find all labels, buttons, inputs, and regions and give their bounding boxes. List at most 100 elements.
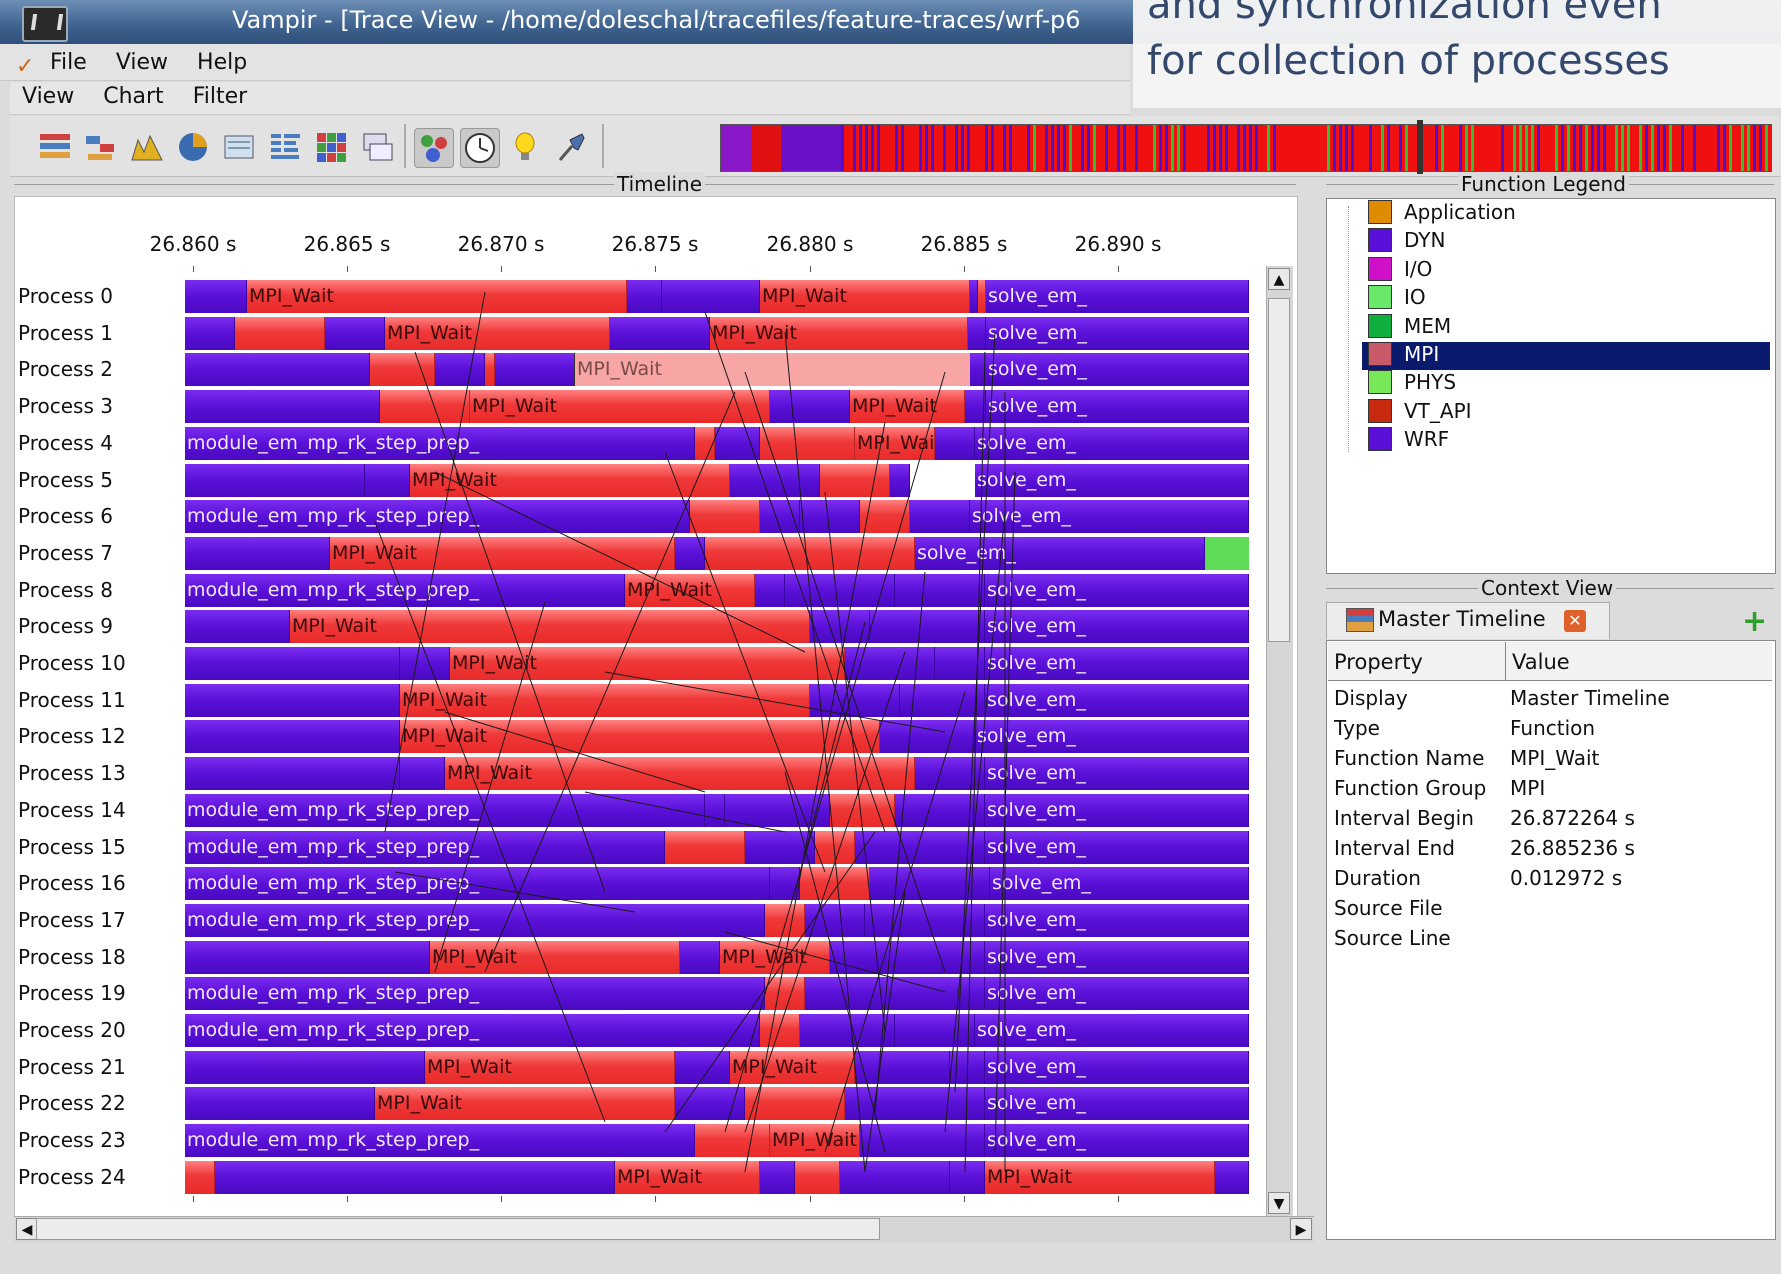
function-segment[interactable]: solve_em_ <box>986 280 1249 313</box>
function-segment[interactable]: solve_em_ <box>985 904 1249 937</box>
function-segment[interactable] <box>715 427 760 460</box>
mpi-segment[interactable] <box>760 427 855 460</box>
mpi-segment[interactable] <box>795 1161 840 1194</box>
function-segment[interactable]: solve_em_ <box>985 684 1249 717</box>
function-segment[interactable] <box>830 941 985 974</box>
counter-timeline-icon[interactable] <box>128 128 166 166</box>
message-summary-icon[interactable] <box>220 128 258 166</box>
mpi-segment[interactable] <box>705 537 915 570</box>
process-row[interactable]: module_em_mp_rk_step_prep_ solve_em_ <box>185 831 1249 864</box>
process-row[interactable]: MPI_Wait MPI_Wait <box>185 1161 1249 1194</box>
selected-mpi-segment[interactable]: MPI_Wait <box>574 353 971 386</box>
function-segment[interactable] <box>968 317 986 350</box>
mpi-segment[interactable] <box>485 353 495 386</box>
mpi-segment[interactable] <box>235 317 325 350</box>
process-row[interactable]: module_em_mp_rk_step_prep_ solve_em_ <box>185 977 1249 1010</box>
mpi-segment[interactable]: MPI_Wait <box>720 941 830 974</box>
vertical-scroll-thumb[interactable] <box>1268 298 1290 642</box>
mpi-segment[interactable]: MPI_Wait <box>730 1051 855 1084</box>
mpi-segment[interactable]: MPI_Wait <box>247 280 627 313</box>
function-segment[interactable] <box>215 1161 615 1194</box>
call-tree-icon[interactable] <box>414 128 454 168</box>
function-segment[interactable] <box>895 574 985 607</box>
function-segment[interactable] <box>950 1161 985 1194</box>
process-row[interactable]: MPI_Wait solve_em_ <box>185 610 1249 643</box>
function-segment[interactable] <box>915 757 985 790</box>
function-segment[interactable]: solve_em_ <box>986 353 1249 386</box>
function-segment[interactable] <box>675 1087 745 1120</box>
process-row[interactable]: MPI_Wait solve_em_ <box>185 464 1249 497</box>
function-segment[interactable] <box>185 720 400 753</box>
mpi-segment[interactable]: MPI_Wait <box>330 537 675 570</box>
process-summary-icon[interactable] <box>266 128 304 166</box>
process-row[interactable]: MPI_Wait MPI_Wait solve_em_ <box>185 317 1249 350</box>
mpi-segment[interactable]: MPI_Wait <box>760 280 970 313</box>
process-row[interactable]: module_em_mp_rk_step_prep_ MPI_Wait solve_… <box>185 427 1249 460</box>
function-segment[interactable] <box>805 977 985 1010</box>
mpi-segment[interactable] <box>370 353 435 386</box>
function-segment[interactable]: solve_em_ <box>975 1014 1249 1047</box>
function-segment[interactable] <box>185 1087 375 1120</box>
function-segment[interactable] <box>935 427 975 460</box>
function-segment[interactable]: solve_em_ <box>985 977 1249 1010</box>
function-segment[interactable]: module_em_mp_rk_step_prep_ <box>185 977 765 1010</box>
function-segment[interactable] <box>325 317 385 350</box>
menu-trace-view[interactable]: View <box>22 84 74 109</box>
function-segment[interactable] <box>400 757 445 790</box>
mpi-segment[interactable]: MPI_Wait <box>985 1161 1215 1194</box>
function-segment[interactable] <box>770 390 850 423</box>
mpi-segment[interactable]: MPI_Wait <box>430 941 680 974</box>
io-segment[interactable] <box>1205 537 1249 570</box>
mpi-segment[interactable]: MPI_Wait <box>850 390 965 423</box>
function-segment[interactable] <box>725 794 830 827</box>
close-tab-icon[interactable]: ✕ <box>1564 610 1586 632</box>
function-segment[interactable] <box>860 1124 985 1157</box>
function-segment[interactable] <box>185 317 235 350</box>
mpi-segment[interactable] <box>380 390 470 423</box>
function-segment[interactable] <box>770 867 800 900</box>
mpi-segment[interactable]: MPI_Wait <box>710 317 968 350</box>
function-segment[interactable]: solve_em_ <box>975 720 1249 753</box>
function-segment[interactable] <box>185 280 247 313</box>
function-segment[interactable]: module_em_mp_rk_step_prep_ <box>185 500 690 533</box>
function-segment[interactable] <box>970 280 978 313</box>
mpi-segment[interactable] <box>830 794 895 827</box>
function-segment[interactable]: module_em_mp_rk_step_prep_ <box>185 1124 695 1157</box>
mpi-segment[interactable]: MPI_Wait <box>615 1161 760 1194</box>
process-row[interactable]: MPI_Wait solve_em_ <box>185 353 1249 386</box>
function-segment[interactable] <box>185 610 290 643</box>
function-segment[interactable] <box>185 647 400 680</box>
function-segment[interactable]: module_em_mp_rk_step_prep_ <box>185 427 695 460</box>
mpi-segment[interactable] <box>765 904 805 937</box>
function-segment[interactable]: module_em_mp_rk_step_prep_ <box>185 904 765 937</box>
function-segment[interactable] <box>805 904 865 937</box>
menu-file[interactable]: File <box>50 50 87 75</box>
process-row[interactable]: MPI_Wait solve_em_ <box>185 647 1249 680</box>
info-icon[interactable] <box>506 128 544 166</box>
function-segment[interactable] <box>185 390 380 423</box>
function-segment[interactable]: solve_em_ <box>970 500 1249 533</box>
column-header-property[interactable]: Property <box>1334 650 1423 674</box>
function-segment[interactable] <box>755 574 785 607</box>
mpi-segment[interactable] <box>665 831 745 864</box>
function-segment[interactable] <box>662 280 760 313</box>
io-events-icon[interactable] <box>358 128 396 166</box>
function-segment[interactable] <box>675 537 705 570</box>
menu-chart[interactable]: Chart <box>103 84 163 109</box>
trace-overview-strip[interactable] <box>720 124 1772 172</box>
function-segment[interactable]: solve_em_ <box>985 1087 1249 1120</box>
function-segment[interactable] <box>880 720 975 753</box>
process-row[interactable]: MPI_Wait solve_em_ <box>185 1087 1249 1120</box>
horizontal-scroll-thumb[interactable] <box>36 1218 880 1240</box>
mpi-segment[interactable]: MPI_Wait <box>470 390 770 423</box>
function-segment[interactable] <box>810 610 870 643</box>
function-segment[interactable] <box>435 353 485 386</box>
mpi-segment[interactable]: MPI_Wait <box>855 427 935 460</box>
mpi-segment[interactable] <box>820 464 890 497</box>
process-row[interactable]: module_em_mp_rk_step_prep_ solve_em_ <box>185 794 1249 827</box>
function-segment[interactable] <box>965 390 986 423</box>
function-segment[interactable] <box>870 867 990 900</box>
process-timeline-icon[interactable] <box>82 128 120 166</box>
function-segment[interactable]: solve_em_ <box>985 757 1249 790</box>
function-segment[interactable] <box>935 647 985 680</box>
